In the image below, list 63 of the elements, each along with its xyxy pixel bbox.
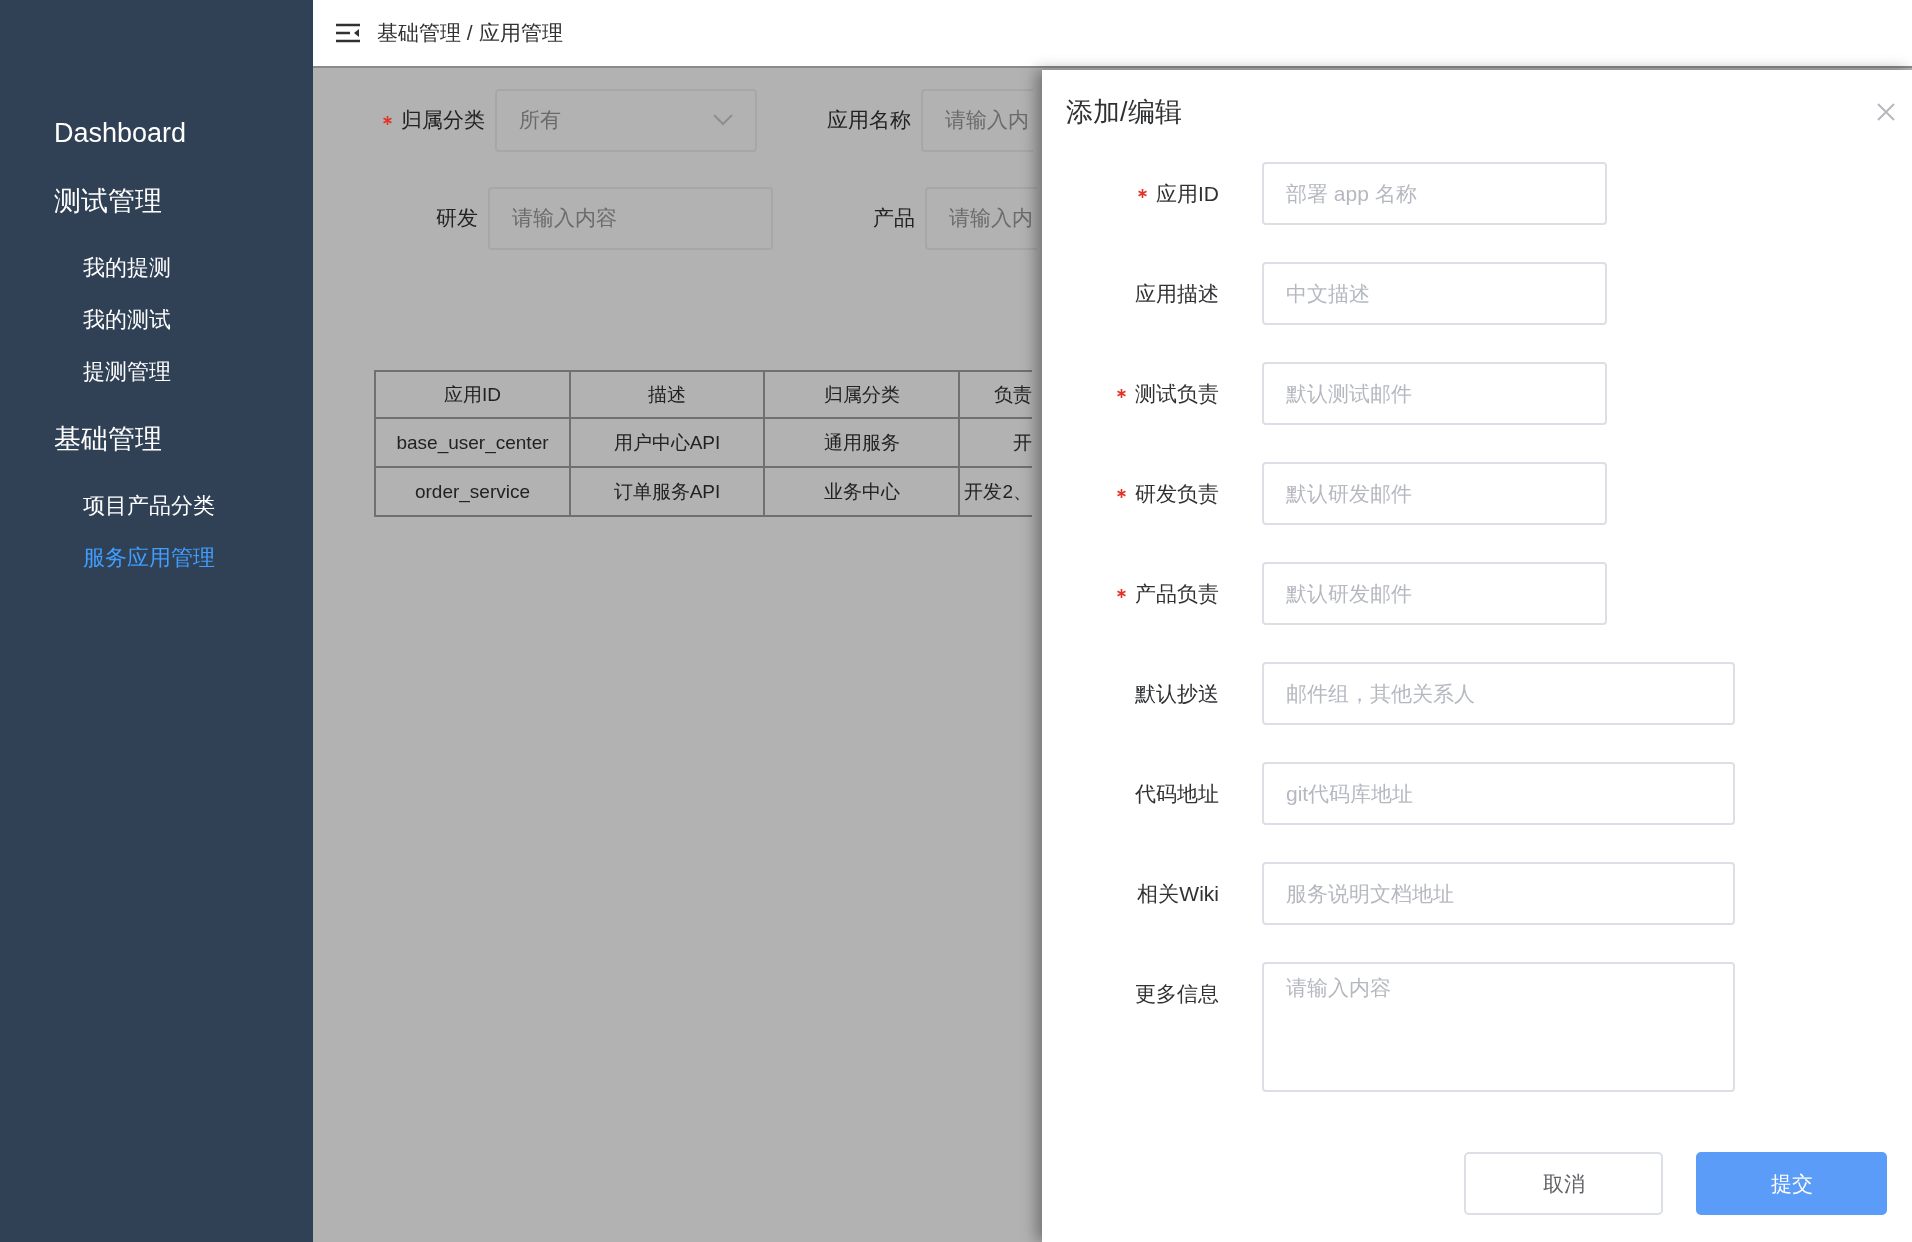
table-cell: 业务中心: [764, 467, 959, 516]
column-header: 应用ID: [375, 371, 570, 418]
filter-label: 研发: [436, 205, 478, 231]
input-field[interactable]: 邮件组，其他关系人: [1262, 662, 1735, 725]
field-label: 研发负责: [1135, 481, 1219, 507]
table-cell: 订单服务API: [570, 467, 764, 516]
placeholder-text: 默认研发邮件: [1286, 480, 1412, 507]
field-label: 相关Wiki: [1137, 881, 1219, 907]
table-cell: base_user_center: [375, 418, 570, 467]
menu-item[interactable]: 我的提测: [0, 253, 313, 283]
filter-label: 应用名称: [827, 107, 911, 133]
chevron-down-icon: [713, 114, 733, 126]
field-label: 应用描述: [1135, 281, 1219, 307]
table-cell: 用户中心API: [570, 418, 764, 467]
placeholder-text: 请输入内容: [512, 205, 617, 231]
filter-label: 归属分类: [401, 107, 485, 133]
table-cell: order_service: [375, 467, 570, 516]
placeholder-text: 请输入内容: [1286, 975, 1391, 1001]
input-field[interactable]: 请输入内容: [488, 186, 773, 250]
field-label: 更多信息: [1135, 981, 1219, 1007]
input-field[interactable]: 请输入内: [925, 186, 1037, 250]
input-field[interactable]: 中文描述: [1262, 262, 1607, 325]
placeholder-text: 所有: [519, 107, 561, 133]
cancel-button[interactable]: 取消: [1464, 1152, 1663, 1215]
menu-group[interactable]: 基础管理: [0, 421, 313, 457]
placeholder-text: 邮件组，其他关系人: [1286, 680, 1475, 707]
menu-group[interactable]: 测试管理: [0, 183, 313, 219]
field-label: 应用ID: [1156, 181, 1219, 207]
input-field[interactable]: git代码库地址: [1262, 762, 1735, 825]
select-field[interactable]: 所有: [495, 88, 757, 152]
menu-item[interactable]: 提测管理: [0, 357, 313, 387]
input-field[interactable]: 服务说明文档地址: [1262, 862, 1735, 925]
drawer-title: 添加/编辑: [1066, 96, 1182, 129]
placeholder-text: 请输入内: [945, 107, 1029, 133]
field-label: 测试负责: [1135, 381, 1219, 407]
menu-item[interactable]: 项目产品分类: [0, 491, 313, 521]
input-field[interactable]: 默认研发邮件: [1262, 462, 1607, 525]
input-field[interactable]: 部署 app 名称: [1262, 162, 1607, 225]
menu-item[interactable]: Dashboard: [0, 118, 313, 149]
placeholder-text: 中文描述: [1286, 280, 1370, 307]
filter-label: 产品: [873, 205, 915, 231]
column-header: 负责: [959, 371, 1032, 418]
placeholder-text: git代码库地址: [1286, 780, 1414, 807]
input-field[interactable]: 默认测试邮件: [1262, 362, 1607, 425]
placeholder-text: 默认研发邮件: [1286, 580, 1412, 607]
menu-item[interactable]: 服务应用管理: [0, 543, 313, 573]
input-field[interactable]: 默认研发邮件: [1262, 562, 1607, 625]
placeholder-text: 服务说明文档地址: [1286, 880, 1454, 907]
menu-toggle-icon[interactable]: [335, 23, 361, 43]
field-label: 产品负责: [1135, 581, 1219, 607]
input-field[interactable]: 请输入内: [921, 88, 1033, 152]
placeholder-text: 部署 app 名称: [1286, 180, 1417, 207]
placeholder-text: 默认测试邮件: [1286, 380, 1412, 407]
column-header: 描述: [570, 371, 764, 418]
placeholder-text: 请输入内: [949, 205, 1033, 231]
column-header: 归属分类: [764, 371, 959, 418]
breadcrumb: 基础管理 / 应用管理: [377, 20, 563, 46]
table-cell: 通用服务: [764, 418, 959, 467]
submit-button[interactable]: 提交: [1696, 1152, 1887, 1215]
field-label: 代码地址: [1135, 781, 1219, 807]
field-label: 默认抄送: [1135, 681, 1219, 707]
text-area[interactable]: 请输入内容: [1262, 962, 1735, 1092]
menu-item[interactable]: 我的测试: [0, 305, 313, 335]
